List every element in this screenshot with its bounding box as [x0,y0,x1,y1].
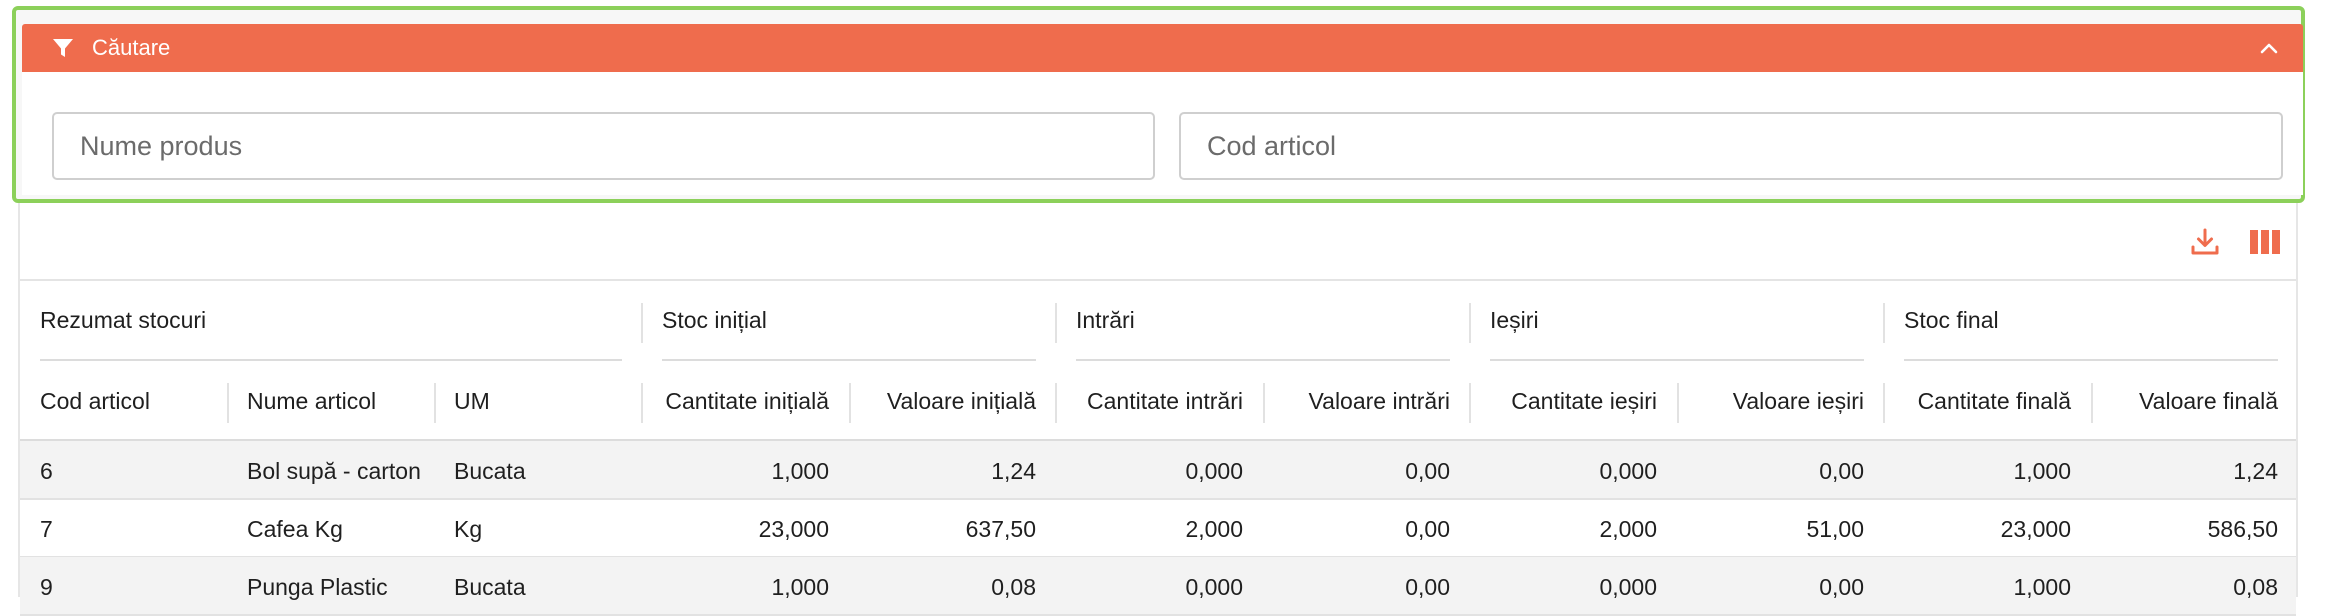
cell-cantitate-iesiri: 2,000 [1599,516,1657,542]
column-header-row: Cod articol Nume articol UM Cantitate in… [20,363,2296,441]
cell-valoare-intrari: 0,00 [1405,574,1450,600]
search-panel: Căutare [12,6,2305,203]
cell-um: Bucata [454,574,526,600]
cell-um: Bucata [454,458,526,484]
cell-valoare-initiala: 1,24 [991,458,1036,484]
cell-cantitate-initiala: 1,000 [771,574,829,600]
column-header-cantitate-initiala[interactable]: Cantitate inițială [642,363,849,439]
chevron-up-icon[interactable] [2259,41,2279,55]
column-header-valoare-iesiri[interactable]: Valoare ieșiri [1677,363,1884,439]
cell-cantitate-finala: 1,000 [2013,574,2071,600]
article-code-input[interactable] [1179,112,2283,180]
group-label: Stoc final [1904,307,1999,333]
cell-cantitate-intrari: 0,000 [1185,458,1243,484]
cell-valoare-initiala: 0,08 [991,574,1036,600]
group-label: Intrări [1076,307,1135,333]
cell-um: Kg [454,516,483,542]
column-header-valoare-intrari[interactable]: Valoare intrări [1263,363,1470,439]
stock-grid: Rezumat stocuri Stoc inițial Intrări Ieș… [18,203,2298,616]
cell-cantitate-intrari: 2,000 [1185,516,1243,542]
table-row[interactable]: 7 Cafea Kg Kg 23,000 637,50 2,000 0,00 2,000 51,… [20,499,2296,558]
product-name-input[interactable] [52,112,1155,180]
cell-valoare-intrari: 0,00 [1405,516,1450,542]
column-header-cantitate-intrari[interactable]: Cantitate intrări [1056,363,1263,439]
columns-icon[interactable] [2248,225,2282,259]
cell-cod-articol: 9 [40,574,53,600]
cell-valoare-finala: 586,50 [2207,516,2278,542]
cell-cantitate-initiala: 23,000 [758,516,829,542]
cell-valoare-iesiri: 0,00 [1819,458,1864,484]
cell-cantitate-iesiri: 0,000 [1599,574,1657,600]
column-header-cantitate-finala[interactable]: Cantitate finală [1884,363,2091,439]
group-label: Ieșiri [1490,307,1539,333]
table-row[interactable]: 9 Punga Plastic Bucata 1,000 0,08 0,000 0,00 0,… [20,557,2296,616]
cell-cod-articol: 7 [40,516,53,542]
column-header-um[interactable]: UM [434,363,641,439]
cell-valoare-initiala: 637,50 [965,516,1036,542]
cell-nume-articol: Cafea Kg [247,516,343,542]
cell-valoare-iesiri: 51,00 [1806,516,1864,542]
search-header[interactable]: Căutare [22,24,2303,72]
table-row[interactable]: 6 Bol supă - carton Bucata 1,000 1,24 0,000 0,… [20,441,2296,500]
group-header: Stoc final [1884,281,2298,363]
cell-cod-articol: 6 [40,458,53,484]
group-header: Stoc inițial [642,281,1056,363]
cell-nume-articol: Punga Plastic [247,574,388,600]
column-header-valoare-finala[interactable]: Valoare finală [2091,363,2298,439]
group-label: Rezumat stocuri [40,307,207,333]
cell-cantitate-finala: 23,000 [2000,516,2071,542]
search-title: Căutare [92,35,171,60]
cell-cantitate-initiala: 1,000 [771,458,829,484]
group-header: Ieșiri [1470,281,1884,363]
cell-valoare-finala: 0,08 [2233,574,2278,600]
group-label: Stoc inițial [662,307,767,333]
cell-nume-articol: Bol supă - carton [247,458,421,484]
column-header-valoare-initiala[interactable]: Valoare inițială [849,363,1056,439]
search-body [22,72,2303,195]
column-header-cantitate-iesiri[interactable]: Cantitate ieșiri [1470,363,1677,439]
cell-valoare-iesiri: 0,00 [1819,574,1864,600]
group-header: Intrări [1056,281,1470,363]
cell-cantitate-finala: 1,000 [2013,458,2071,484]
column-header-cod-articol[interactable]: Cod articol [20,363,227,439]
cell-cantitate-iesiri: 0,000 [1599,458,1657,484]
filter-icon [52,37,74,59]
group-header: Rezumat stocuri [20,281,642,363]
column-group-row: Rezumat stocuri Stoc inițial Intrări Ieș… [20,281,2296,363]
grid-toolbar [20,203,2296,281]
cell-valoare-intrari: 0,00 [1405,458,1450,484]
cell-valoare-finala: 1,24 [2233,458,2278,484]
cell-cantitate-intrari: 0,000 [1185,574,1243,600]
download-icon[interactable] [2188,225,2222,259]
column-header-nume-articol[interactable]: Nume articol [227,363,434,439]
